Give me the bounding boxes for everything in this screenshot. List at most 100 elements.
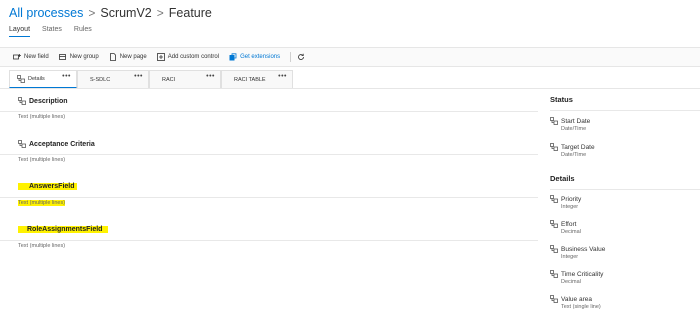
field-type-text: Date/Time — [561, 152, 587, 158]
page-tab-label: RACI — [162, 76, 176, 83]
group-title: Description — [18, 97, 538, 105]
field-start-date[interactable]: Start Date Date/Time — [550, 117, 590, 132]
divider — [550, 110, 700, 111]
field-icon — [18, 140, 26, 148]
more-options-icon[interactable]: ••• — [134, 73, 143, 80]
divider — [0, 197, 538, 198]
tabs-divider — [0, 88, 700, 89]
page-tab-raci[interactable]: RACI ••• — [149, 70, 221, 88]
divider — [0, 111, 538, 112]
page-tab-label: S-SDLC — [90, 76, 111, 83]
refresh-icon — [297, 53, 305, 61]
field-icon — [550, 220, 558, 228]
divider — [550, 189, 700, 190]
custom-control-icon — [156, 53, 165, 61]
add-custom-control-label: Add custom control — [167, 54, 220, 60]
toolbar-divider — [290, 52, 292, 62]
divider — [0, 240, 538, 241]
get-extensions-button[interactable]: Get extensions — [229, 53, 280, 61]
new-field-button[interactable]: New field — [13, 53, 49, 61]
tab-layout[interactable]: Layout — [9, 26, 31, 37]
field-type-text: Text (multiple lines) — [18, 157, 66, 163]
new-page-icon — [109, 53, 117, 61]
field-name: Priority — [561, 195, 582, 203]
group-title-text: RoleAssignmentsField — [18, 226, 109, 233]
field-name: Effort — [561, 220, 577, 228]
field-icon — [550, 295, 558, 303]
get-extensions-label: Get extensions — [240, 54, 281, 60]
new-page-button[interactable]: New page — [109, 53, 147, 61]
add-custom-control-button[interactable]: Add custom control — [156, 53, 220, 61]
group-description[interactable]: Description — [18, 97, 538, 105]
group-details[interactable]: Details — [550, 174, 700, 190]
field-priority[interactable]: Priority Integer — [550, 195, 581, 210]
breadcrumb: All processes > ScrumV2 > Feature — [9, 4, 212, 22]
chevron-right-icon: > — [88, 6, 96, 20]
new-group-icon — [58, 53, 67, 61]
field-name: Business Value — [561, 245, 606, 253]
group-role-assignments-field[interactable]: RoleAssignmentsField — [18, 226, 538, 233]
breadcrumb-all-processes[interactable]: All processes — [9, 6, 83, 20]
field-icon — [550, 245, 558, 253]
field-type-text: Date/Time — [561, 126, 587, 132]
field-type-text: Integer — [561, 254, 579, 260]
chevron-right-icon: > — [156, 6, 164, 20]
field-icon — [550, 195, 558, 203]
more-options-icon[interactable]: ••• — [206, 73, 215, 80]
group-title: AnswersField — [18, 183, 538, 190]
field-type-text: Text (multiple lines) — [18, 114, 66, 120]
field-type-text: Decimal — [561, 279, 581, 285]
new-group-button[interactable]: New group — [58, 53, 99, 61]
field-name: Time Criticality — [561, 270, 604, 278]
field-icon — [18, 97, 26, 105]
new-field-label: New field — [24, 54, 49, 60]
top-tabs: Layout States Rules — [9, 26, 92, 37]
field-type-text: Text (multiple lines) — [18, 243, 66, 249]
group-answers-field[interactable]: AnswersField — [18, 183, 538, 190]
side-panel: Status Start Date Date/Time Target Date … — [550, 95, 700, 310]
field-name: Start Date — [561, 117, 591, 125]
group-title-text: AnswersField — [18, 183, 77, 190]
tab-states[interactable]: States — [42, 26, 62, 37]
field-value-area[interactable]: Value area Text (single line) — [550, 295, 601, 310]
field-type-text: Text (single line) — [561, 304, 601, 310]
breadcrumb-process[interactable]: ScrumV2 — [100, 6, 151, 20]
breadcrumb-current: Feature — [168, 6, 212, 20]
page-tab-details[interactable]: Details ••• — [9, 70, 77, 88]
page-tab-label: Details — [28, 76, 45, 82]
field-effort[interactable]: Effort Decimal — [550, 220, 581, 235]
field-icon — [550, 117, 558, 125]
tab-rules[interactable]: Rules — [74, 26, 92, 37]
field-business-value[interactable]: Business Value Integer — [550, 245, 605, 260]
new-group-label: New group — [69, 54, 99, 60]
field-icon — [550, 143, 558, 151]
group-status[interactable]: Status — [550, 95, 700, 104]
group-acceptance-criteria[interactable]: Acceptance Criteria — [18, 140, 538, 148]
refresh-button[interactable] — [297, 53, 305, 61]
field-name: Target Date — [561, 143, 595, 151]
toolbar: New field New group New page Add custom … — [0, 47, 700, 67]
group-title-text: Description — [29, 97, 68, 105]
field-time-criticality[interactable]: Time Criticality Decimal — [550, 270, 603, 285]
extensions-icon — [229, 53, 237, 61]
new-field-icon — [13, 53, 21, 61]
field-type-text: Text (multiple lines) — [18, 200, 66, 206]
field-target-date[interactable]: Target Date Date/Time — [550, 143, 595, 158]
field-icon — [17, 75, 25, 83]
group-title: Acceptance Criteria — [18, 140, 538, 148]
page-tabs: Details ••• S-SDLC ••• RACI ••• RACI TAB… — [9, 70, 293, 88]
field-type-highlighted: Text (multiple lines) — [18, 200, 66, 206]
group-title-text: Details — [550, 174, 575, 183]
group-title-text: Status — [550, 95, 573, 104]
field-type-text: Decimal — [561, 229, 581, 235]
group-title: RoleAssignmentsField — [18, 226, 538, 233]
field-icon — [550, 270, 558, 278]
new-page-label: New page — [119, 54, 147, 60]
page-tab-s-sdlc[interactable]: S-SDLC ••• — [77, 70, 149, 88]
page-tab-raci-table[interactable]: RACI TABLE ••• — [221, 70, 293, 88]
more-options-icon[interactable]: ••• — [278, 73, 287, 80]
more-options-icon[interactable]: ••• — [62, 73, 71, 80]
field-type-text: Integer — [561, 204, 579, 210]
field-name: Value area — [561, 295, 592, 303]
page-tab-label: RACI TABLE — [234, 76, 266, 83]
